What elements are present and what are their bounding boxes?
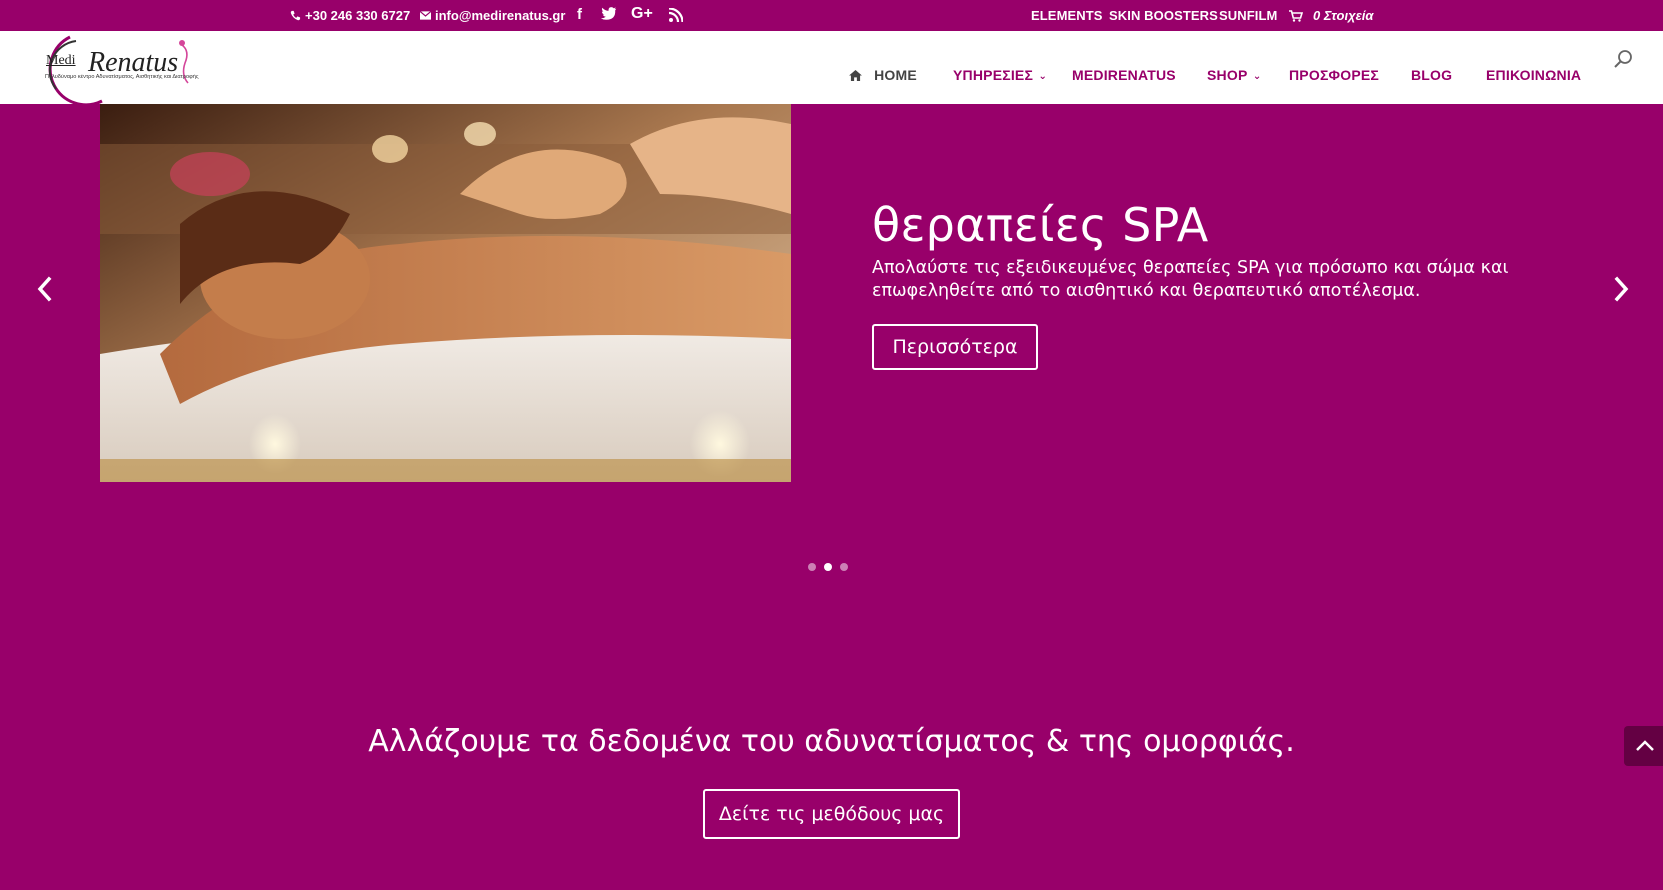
- nav-label-services: ΥΠΗΡΕΣΙΕΣ: [953, 67, 1034, 83]
- chevron-right-icon[interactable]: [1608, 274, 1634, 304]
- slider-dot-3[interactable]: [840, 563, 848, 571]
- more-button[interactable]: Περισσότερα: [872, 324, 1038, 370]
- spa-massage-image: [100, 104, 791, 482]
- nav-label-home: HOME: [874, 67, 917, 83]
- slide-title: θεραπείες SPA: [872, 198, 1209, 252]
- nav-label-blog: BLOG: [1411, 67, 1453, 83]
- top-bar: +30 246 330 6727 info@medirenatus.gr f G…: [0, 0, 1663, 31]
- chevron-down-icon: ⌄: [1252, 71, 1262, 82]
- back-to-top-button[interactable]: [1624, 726, 1663, 766]
- nav-item-offers[interactable]: ΠΡΟΣΦΟΡΕΣ: [1289, 67, 1379, 83]
- slider-dot-2[interactable]: [824, 563, 832, 571]
- section-tagline: Αλλάζουμε τα δεδομένα του αδυνατίσματος …: [368, 724, 1295, 759]
- main-header: Medi Renatus Πολυδύναμο κέντρο Αδυνατίσμ…: [0, 31, 1663, 107]
- email-address: info@medirenatus.gr: [435, 8, 566, 23]
- home-icon: [849, 70, 862, 81]
- hero-slider: θεραπείες SPA Απολαύστε τις εξειδικευμέν…: [0, 104, 1663, 609]
- spa-photo-illustration: [100, 104, 791, 482]
- google-plus-icon[interactable]: G+: [631, 5, 653, 23]
- nav-label-contact: ΕΠΙΚΟΙΝΩΝΙΑ: [1486, 67, 1582, 83]
- nav-item-contact[interactable]: ΕΠΙΚΟΙΝΩΝΙΑ: [1486, 67, 1581, 83]
- phone-icon: [290, 10, 301, 21]
- rss-icon[interactable]: [669, 8, 683, 22]
- logo-word-medi: Medi: [46, 53, 76, 68]
- toplink-skin-boosters[interactable]: SKIN BOOSTERS: [1109, 8, 1218, 23]
- nav-label-shop: SHOP: [1207, 67, 1248, 83]
- nav-item-medirenatus[interactable]: MEDIRENATUS: [1072, 67, 1176, 83]
- mail-icon: [420, 11, 431, 20]
- twitter-icon[interactable]: [600, 7, 617, 21]
- email-contact[interactable]: info@medirenatus.gr: [420, 8, 565, 23]
- slide-description: Απολαύστε τις εξειδικευμένες θεραπείες S…: [872, 258, 1509, 301]
- site-logo[interactable]: Medi Renatus Πολυδύναμο κέντρο Αδυνατίσμ…: [32, 31, 207, 107]
- methods-button[interactable]: Δείτε τις μεθόδους μας: [703, 789, 960, 839]
- nav-item-shop[interactable]: SHOP ⌄: [1207, 67, 1261, 83]
- cart-icon: [1289, 9, 1303, 22]
- nav-item-services[interactable]: ΥΠΗΡΕΣΙΕΣ ⌄: [953, 67, 1047, 83]
- slider-dot-1[interactable]: [808, 563, 816, 571]
- search-icon[interactable]: [1612, 49, 1634, 71]
- nav-label-offers: ΠΡΟΣΦΟΡΕΣ: [1289, 67, 1379, 83]
- chevron-down-icon: ⌄: [1038, 71, 1048, 82]
- slider-dots: [808, 563, 848, 571]
- toplink-elements[interactable]: ELEMENTS: [1031, 8, 1103, 23]
- nav-item-blog[interactable]: BLOG: [1411, 67, 1452, 83]
- nav-label-medirenatus: MEDIRENATUS: [1072, 67, 1176, 83]
- cart-count: 0 Στοιχεία: [1313, 8, 1374, 23]
- phone-number: +30 246 330 6727: [305, 8, 411, 23]
- nav-item-home[interactable]: HOME: [849, 67, 917, 83]
- chevron-up-icon: [1636, 740, 1654, 751]
- phone-contact[interactable]: +30 246 330 6727: [290, 8, 410, 23]
- cart-link[interactable]: 0 Στοιχεία: [1289, 8, 1373, 23]
- facebook-icon[interactable]: f: [577, 6, 582, 23]
- chevron-left-icon[interactable]: [32, 274, 58, 304]
- toplink-sunfilm[interactable]: SUNFILM: [1219, 8, 1277, 23]
- logo-tagline: Πολυδύναμο κέντρο Αδυνατίσματος, Αισθητι…: [45, 74, 199, 80]
